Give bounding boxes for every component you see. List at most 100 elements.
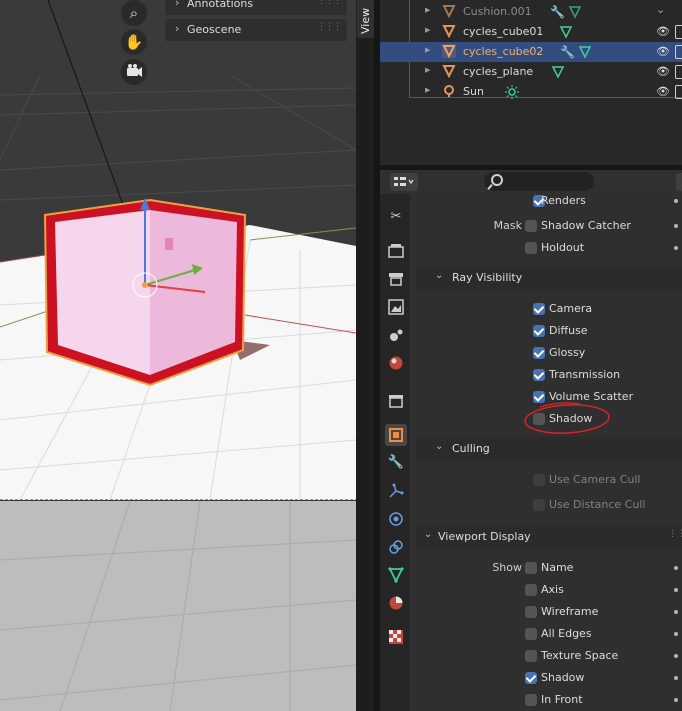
keyframe-dot[interactable] xyxy=(674,632,678,636)
keyframe-dot[interactable] xyxy=(674,199,678,203)
render-toggle-icon[interactable] xyxy=(675,85,682,99)
outliner-row-selected[interactable]: ▶ cycles_cube02 🔧 👁 xyxy=(380,42,682,62)
outliner-row[interactable]: ▶ Sun 👁 xyxy=(380,82,682,102)
expand-triangle-icon[interactable]: ▶ xyxy=(425,66,430,74)
outliner-item-name: cycles_cube01 xyxy=(463,25,544,38)
show-wireframe-label: Wireframe xyxy=(541,605,599,618)
constraints-tab-glyph xyxy=(389,540,403,554)
camera-view-icon[interactable] xyxy=(121,59,147,85)
viewport-display-title: Viewport Display xyxy=(438,530,531,543)
ray-visibility-title: Ray Visibility xyxy=(452,271,523,284)
modifier-tab-icon[interactable]: 🔧 xyxy=(385,452,407,474)
transmission-ray-checkbox[interactable] xyxy=(533,369,545,381)
culling-title: Culling xyxy=(452,442,490,455)
keyframe-dot[interactable] xyxy=(674,588,678,592)
keyframe-dot[interactable] xyxy=(674,246,678,250)
holdout-checkbox[interactable] xyxy=(525,242,537,254)
header-options-button[interactable] xyxy=(676,173,682,191)
render-toggle-icon[interactable] xyxy=(675,25,682,39)
keyframe-dot[interactable] xyxy=(674,566,678,570)
particles-tab-glyph xyxy=(389,483,404,498)
svg-text:🔧: 🔧 xyxy=(550,4,565,19)
diffuse-ray-checkbox[interactable] xyxy=(533,325,545,337)
chevron-down-icon[interactable]: ⌄ xyxy=(656,3,665,16)
modifier-mesh-icons: 🔧 xyxy=(560,44,592,59)
texture-tab-icon[interactable] xyxy=(385,626,407,648)
render-toggle-icon[interactable] xyxy=(675,65,682,79)
eye-icon[interactable]: 👁 xyxy=(656,45,670,58)
render-tab-icon[interactable] xyxy=(385,240,407,262)
particles-tab-icon[interactable] xyxy=(385,480,407,502)
show-in-front-checkbox[interactable] xyxy=(525,694,537,706)
shadow-catcher-checkbox[interactable] xyxy=(525,220,537,232)
camera-view-glyph xyxy=(127,64,142,77)
eye-icon[interactable]: 👁 xyxy=(656,85,670,98)
properties-search-field[interactable] xyxy=(484,172,594,191)
show-shadow-label: Shadow xyxy=(541,671,585,684)
use-camera-cull-checkbox[interactable] xyxy=(533,474,545,486)
light-object-icon xyxy=(444,85,454,97)
transmission-ray-label: Transmission xyxy=(549,368,621,381)
geoscene-label: Geoscene xyxy=(187,23,242,36)
editor-type-selector[interactable] xyxy=(390,173,418,191)
properties-editor: ✂ 🔧 Renders Mask Shadow Catcher Holdout … xyxy=(380,170,682,711)
expand-triangle-icon[interactable]: ▶ xyxy=(425,46,430,54)
outliner-row[interactable]: ▶ cycles_cube01 👁 xyxy=(380,22,682,42)
eye-icon[interactable]: 👁 xyxy=(656,25,670,38)
show-name-checkbox[interactable] xyxy=(525,562,537,574)
use-camera-cull-label: Use Camera Cull xyxy=(549,473,641,486)
ray-visibility-panel-header[interactable]: ⌄ Ray Visibility xyxy=(416,266,682,290)
3d-viewport[interactable]: ⌕ ✋ › Annotations ⋮⋮⋮ › Geoscene ⋮⋮⋮ xyxy=(0,0,356,711)
viewport-scene xyxy=(0,0,356,711)
camera-ray-checkbox[interactable] xyxy=(533,303,545,315)
scene-tab-icon[interactable] xyxy=(385,324,407,346)
outliner: ▶ Cushion.001 🔧 ⌄ ▶ cycles_cube01 👁 ▶ cy… xyxy=(380,0,682,165)
show-all-edges-label: All Edges xyxy=(541,627,592,640)
keyframe-dot[interactable] xyxy=(674,224,678,228)
mesh-data-tab-icon[interactable] xyxy=(385,564,407,586)
keyframe-dot[interactable] xyxy=(674,610,678,614)
use-distance-cull-checkbox[interactable] xyxy=(533,499,545,511)
show-texture-space-checkbox[interactable] xyxy=(525,650,537,662)
outliner-row[interactable]: ▶ cycles_plane 👁 xyxy=(380,62,682,82)
keyframe-dot[interactable] xyxy=(674,698,678,702)
expand-triangle-icon[interactable]: ▶ xyxy=(425,86,430,94)
culling-panel-header[interactable]: ⌄ Culling xyxy=(416,437,682,461)
zoom-icon[interactable]: ⌕ xyxy=(121,0,147,26)
constraints-tab-icon[interactable] xyxy=(385,536,407,558)
show-wireframe-checkbox[interactable] xyxy=(525,606,537,618)
show-name-label: Name xyxy=(541,561,574,574)
show-all-edges-checkbox[interactable] xyxy=(525,628,537,640)
show-shadow-checkbox[interactable] xyxy=(525,672,537,684)
grip-icon[interactable]: ⋮⋮ xyxy=(668,529,682,539)
annotations-panel[interactable]: › Annotations ⋮⋮⋮ xyxy=(165,0,347,15)
tool-tab-icon[interactable]: ✂ xyxy=(385,206,407,228)
mesh-data-tab-glyph xyxy=(388,567,404,584)
chevron-right-icon: › xyxy=(175,22,180,35)
eye-icon[interactable]: 👁 xyxy=(656,65,670,78)
viewport-display-panel-header[interactable]: ⌄ Viewport Display ⋮⋮ xyxy=(416,525,682,549)
keyframe-dot[interactable] xyxy=(674,654,678,658)
shadow-catcher-label: Shadow Catcher xyxy=(541,219,631,232)
show-label: Show xyxy=(492,561,522,574)
expand-triangle-icon[interactable]: ▶ xyxy=(425,26,430,34)
physics-tab-icon[interactable] xyxy=(385,508,407,530)
grip-icon[interactable]: ⋮⋮⋮ xyxy=(317,22,342,32)
glossy-ray-checkbox[interactable] xyxy=(533,347,545,359)
grip-icon[interactable]: ⋮⋮⋮ xyxy=(317,0,342,6)
outliner-row[interactable]: ▶ Cushion.001 🔧 ⌄ xyxy=(380,2,682,22)
world-tab-icon[interactable] xyxy=(385,352,407,374)
expand-triangle-icon[interactable]: ▶ xyxy=(425,6,430,14)
render-toggle-icon[interactable] xyxy=(675,45,682,59)
output-tab-icon[interactable] xyxy=(385,268,407,290)
collection-tab-icon[interactable] xyxy=(385,390,407,412)
show-axis-checkbox[interactable] xyxy=(525,584,537,596)
object-tab-icon[interactable] xyxy=(385,424,407,446)
view-sidebar-tab[interactable]: View xyxy=(356,0,375,38)
hand-pan-icon[interactable]: ✋ xyxy=(121,29,147,55)
keyframe-dot[interactable] xyxy=(674,676,678,680)
view-layer-tab-icon[interactable] xyxy=(385,296,407,318)
material-tab-icon[interactable] xyxy=(385,592,407,614)
properties-tabs: ✂ 🔧 xyxy=(380,194,410,711)
geoscene-panel[interactable]: › Geoscene ⋮⋮⋮ xyxy=(165,19,347,41)
